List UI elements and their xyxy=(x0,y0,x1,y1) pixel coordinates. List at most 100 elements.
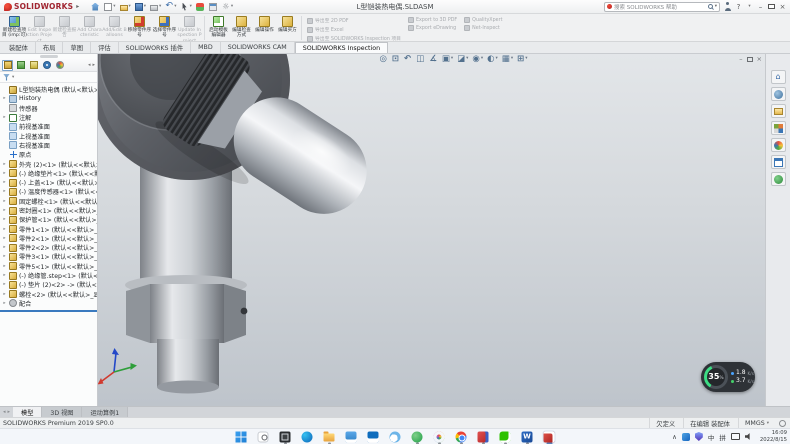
volume-icon[interactable] xyxy=(745,433,753,441)
print-icon[interactable]: ▾ xyxy=(150,3,161,11)
tab-layout[interactable]: 布局 xyxy=(36,42,64,53)
expand-arrow-icon[interactable]: ▸ xyxy=(2,199,7,204)
tab-solidworks-inspection[interactable]: SOLIDWORKS Inspection xyxy=(295,42,388,53)
solidworks-taskbar-icon[interactable] xyxy=(543,430,556,443)
home-icon[interactable] xyxy=(91,3,100,11)
edit-appearance-icon[interactable]: ◐ ▾ xyxy=(487,55,498,64)
expand-arrow-icon[interactable]: ▸ xyxy=(2,282,7,287)
search-box[interactable]: 搜索 SOLIDWORKS 帮助 ▾ xyxy=(604,2,720,12)
search-taskbar-icon[interactable] xyxy=(257,430,270,443)
edit-inspection-project-button[interactable]: Edit Inspection Project xyxy=(27,15,52,41)
expand-arrow-icon[interactable]: ▸ xyxy=(2,180,7,185)
ime-language-icon[interactable]: 中 xyxy=(708,432,715,442)
template-editor-button[interactable]: 启动模板编辑器 xyxy=(207,15,230,41)
dictionary-icon[interactable] xyxy=(477,430,490,443)
zoom-fit-icon[interactable]: ◎ xyxy=(380,55,388,64)
new-document-icon[interactable]: ▾ xyxy=(104,3,115,11)
tree-item[interactable]: L型铠装热电偶 (默认<默认>_显示状态-1 xyxy=(0,85,97,94)
tab-motion-study-1[interactable]: 运动算例1 xyxy=(82,407,128,417)
minimize-button[interactable]: – xyxy=(757,2,764,11)
tree-item[interactable]: ▸ 零件1<1> (默认<<默认>_显示状态 xyxy=(0,224,97,233)
performance-overlay-widget[interactable]: 35 % 1.8 K/s 3.7 xyxy=(701,362,755,392)
chrome-icon[interactable] xyxy=(455,430,468,443)
mail-icon[interactable] xyxy=(345,430,358,443)
restore-button[interactable] xyxy=(768,4,775,9)
tab-assembly[interactable]: 装配体 xyxy=(2,42,36,53)
rebuild-icon[interactable] xyxy=(196,3,205,11)
view-orientation-icon[interactable]: ▣ ▾ xyxy=(442,55,453,64)
qualityxpert-button[interactable]: QualityXpert xyxy=(464,17,502,23)
tab-mbd[interactable]: MBD xyxy=(191,42,221,53)
tree-item[interactable]: ▸ 零件2<1> (默认<<默认>_显示状 xyxy=(0,234,97,243)
weather-icon[interactable] xyxy=(389,430,402,443)
tree-item[interactable]: ▸ 零件2<2> (默认<<默认>_显示状 xyxy=(0,243,97,252)
window-close-icon[interactable]: × xyxy=(757,56,762,63)
design-library-icon[interactable] xyxy=(771,104,786,118)
expand-arrow-icon[interactable]: ▸ xyxy=(2,227,7,232)
forum-icon[interactable] xyxy=(771,172,786,186)
3d-content-central-icon[interactable] xyxy=(771,87,786,101)
quick-tip-icon[interactable] xyxy=(779,420,786,427)
tab-sketch[interactable]: 草图 xyxy=(63,42,91,53)
add-edit-balloons-button[interactable]: Add/Edit Balloons xyxy=(102,15,127,41)
view-settings-icon[interactable]: ⊞ ▾ xyxy=(517,55,527,64)
home-icon[interactable]: ⌂ xyxy=(771,70,786,84)
close-button[interactable]: × xyxy=(779,2,786,11)
net-inspect-button[interactable]: Net-Inspect xyxy=(464,25,502,31)
remove-balloons-button[interactable]: 移除零件序号 xyxy=(127,15,152,41)
tree-item[interactable]: 右视基准面 xyxy=(0,141,97,150)
search-input[interactable]: 搜索 SOLIDWORKS 帮助 xyxy=(614,3,706,11)
taskbar-clock[interactable]: 16:09 2022/8/15 xyxy=(758,430,787,443)
tab-model[interactable]: 模型 xyxy=(13,407,42,417)
rollback-bar[interactable] xyxy=(0,310,97,312)
browser-ring-icon[interactable] xyxy=(433,430,446,443)
tree-item[interactable]: ▸ 零件5<1> (默认<<默认>_显示状 xyxy=(0,262,97,271)
custom-properties-icon[interactable] xyxy=(771,155,786,169)
panel-nav-left-icon[interactable]: ◂ xyxy=(88,62,91,68)
previous-view-icon[interactable]: ↶ xyxy=(404,55,412,64)
onedrive-icon[interactable] xyxy=(682,433,690,441)
select-balloons-button[interactable]: 选择零件序号 xyxy=(152,15,177,41)
edit-customers-button[interactable]: 编辑买方 xyxy=(276,15,299,41)
panel-nav-right-icon[interactable]: ▸ xyxy=(92,62,95,68)
panel-splitter-handle[interactable] xyxy=(40,55,58,58)
filter-icon[interactable] xyxy=(3,74,10,81)
appearances-icon[interactable] xyxy=(771,138,786,152)
options-icon[interactable]: ☼ ▾ xyxy=(222,3,233,11)
tree-item[interactable]: ▸ 配合 xyxy=(0,299,97,308)
expand-arrow-icon[interactable]: ▸ xyxy=(2,254,7,259)
tree-item[interactable]: ▸ 保护管<1> (默认<<默认>_显示状 xyxy=(0,215,97,224)
tree-item[interactable]: ▸ 螺栓<2> (默认<<默认>_显示状态 xyxy=(0,290,97,299)
wechat-icon[interactable] xyxy=(499,430,512,443)
featuremanager-tab[interactable] xyxy=(2,60,13,71)
file-properties-icon[interactable] xyxy=(209,3,218,11)
expand-arrow-icon[interactable]: ▸ xyxy=(2,236,7,241)
view-palette-icon[interactable] xyxy=(771,121,786,135)
tree-item[interactable]: ▸ 密封圈<1> (默认<<默认>_显示状 xyxy=(0,206,97,215)
store-icon[interactable] xyxy=(367,430,380,443)
configurationmanager-tab[interactable] xyxy=(28,60,39,71)
thermocouple-3d-model[interactable] xyxy=(98,54,765,406)
measure-icon[interactable]: ∡ xyxy=(429,55,438,64)
export-inspection-project-button[interactable]: 导出至 SOLIDWORKS Inspection 项目 xyxy=(307,35,401,42)
tree-item[interactable]: ▸ (-) 上盖<1> (默认<<默认>_显示状 xyxy=(0,178,97,187)
export-2d-pdf-button[interactable]: 导出至 2D PDF xyxy=(307,17,401,24)
expand-arrow-icon[interactable]: ▸ xyxy=(2,96,7,101)
scene-icon[interactable]: ▦ ▾ xyxy=(502,55,513,64)
tree-item[interactable]: 传感器 xyxy=(0,104,97,113)
graphics-viewport[interactable]: ◎ ⊡ ↶ ◫ xyxy=(98,54,765,406)
new-inspection-report-button[interactable]: 新建检查报告 xyxy=(52,15,77,41)
tree-item[interactable]: 原点 xyxy=(0,150,97,159)
word-icon[interactable]: W xyxy=(521,430,534,443)
expand-arrow-icon[interactable]: ▸ xyxy=(2,115,7,120)
hide-show-items-icon[interactable]: ◉ ▾ xyxy=(472,55,483,64)
tree-item[interactable]: ▸ 零件3<1> (默认<<默认>_显示状 xyxy=(0,252,97,261)
expand-arrow-icon[interactable]: ▸ xyxy=(2,208,7,213)
add-characteristic-button[interactable]: Add Characteristic xyxy=(77,15,102,41)
tab-solidworks-addins[interactable]: SOLIDWORKS 插件 xyxy=(119,42,191,53)
select-icon[interactable]: ▾ xyxy=(181,3,192,11)
file-explorer-icon[interactable] xyxy=(323,430,336,443)
edit-operations-button[interactable]: 编辑操作 xyxy=(253,15,276,41)
edit-methods-button[interactable]: 编辑检查方式 xyxy=(230,15,253,41)
new-inspection-project-button[interactable]: 新建检查项目 (imp:可) xyxy=(2,15,27,41)
